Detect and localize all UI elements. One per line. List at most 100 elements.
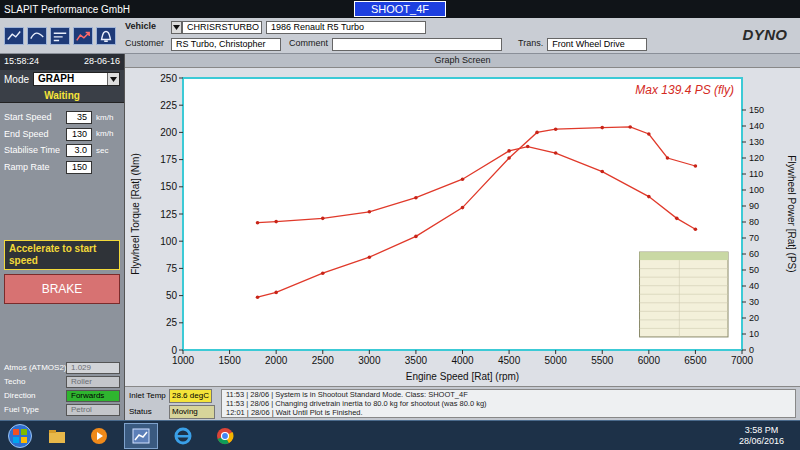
info-row: Atmos (ATMOS2)1.029: [4, 362, 120, 374]
x-tick: 3000: [358, 355, 381, 366]
max-power-annotation: Max 139.4 PS (fly): [635, 83, 734, 97]
toolbar-button[interactable]: [27, 27, 47, 45]
media-player-icon: [89, 426, 109, 446]
info-label: Fuel Type: [4, 404, 62, 416]
setting-row: Start Speed35km/h: [4, 111, 120, 125]
toolbar-button[interactable]: [73, 27, 93, 45]
trend-icon: [74, 28, 92, 44]
y-right-tick: 100: [749, 185, 764, 195]
chrome-icon: [215, 426, 235, 446]
vehicle-label: Vehicle: [125, 20, 167, 34]
data-point: [368, 255, 372, 259]
legend-box: [640, 252, 729, 337]
windows-logo-icon: [13, 429, 27, 443]
bell-icon: [97, 28, 115, 44]
y-right-tick: 110: [749, 169, 763, 179]
dropdown-arrow-icon: [173, 25, 180, 30]
customer-label: Customer: [125, 37, 167, 51]
setting-field[interactable]: 35: [66, 111, 92, 124]
y-right-tick: 0: [749, 345, 754, 355]
info-field[interactable]: Roller: [66, 376, 120, 388]
info-field[interactable]: 1.029: [66, 362, 120, 374]
x-tick: 5500: [591, 355, 614, 366]
taskbar-button[interactable]: [124, 423, 158, 449]
data-point: [414, 196, 418, 200]
y-left-tick: 200: [160, 127, 177, 138]
y-right-axis-title: Flywheel Power [Rat] (PS): [786, 155, 797, 272]
setting-field[interactable]: 150: [66, 161, 92, 174]
data-point: [647, 132, 651, 136]
mode-dropdown[interactable]: GRAPH: [33, 72, 120, 86]
data-point: [461, 177, 465, 181]
log-line: 12:01 | 28/06 | Wait Until Plot is Finis…: [226, 408, 791, 417]
x-tick: 1500: [218, 355, 241, 366]
setting-field[interactable]: 130: [66, 128, 92, 141]
x-tick: 5000: [545, 355, 568, 366]
mode-state: Waiting: [44, 88, 80, 103]
taskbar-button[interactable]: [166, 423, 200, 449]
data-point: [554, 127, 558, 131]
setting-row: Ramp Rate150: [4, 161, 120, 175]
taskbar-button[interactable]: [40, 423, 74, 449]
x-tick: 2000: [265, 355, 288, 366]
toolbar-button[interactable]: [96, 27, 116, 45]
comment-field[interactable]: [332, 38, 502, 51]
x-axis-title: Engine Speed [Rat] (rpm): [406, 371, 519, 382]
info-list: Atmos (ATMOS2)1.029TechoRollerDirectionF…: [0, 362, 124, 420]
power-series: [256, 125, 697, 299]
trans-field[interactable]: Front Wheel Drive: [547, 38, 647, 51]
customer-field[interactable]: RS Turbo, Christopher: [171, 38, 281, 51]
internet-explorer-icon: [173, 426, 193, 446]
graph-icon: [5, 28, 23, 44]
setting-unit: sec: [96, 145, 108, 157]
y-left-tick: 75: [166, 263, 178, 274]
taskbar-time: 3:58 PM: [745, 425, 779, 436]
y-right-tick: 140: [749, 121, 764, 131]
x-tick: 1000: [172, 355, 195, 366]
y-right-tick: 80: [749, 217, 759, 227]
start-button[interactable]: [8, 424, 32, 448]
x-tick: 4000: [451, 355, 474, 366]
vehicle-dropdown-button[interactable]: [171, 21, 182, 34]
data-point: [694, 227, 698, 231]
info-field[interactable]: Petrol: [66, 404, 120, 416]
y-right-tick: 50: [749, 265, 759, 275]
toolbar-button[interactable]: [4, 27, 24, 45]
y-right-tick: 30: [749, 297, 759, 307]
taskbar-button[interactable]: [82, 423, 116, 449]
message-log: 11:53 | 28/06 | System is in Shootout St…: [221, 389, 796, 418]
folder-icon: [47, 426, 67, 446]
data-point: [321, 217, 325, 221]
y-left-tick: 0: [171, 345, 177, 356]
y-left-axis-title: Flywheel Torque [Rat] (Nm): [130, 153, 141, 275]
setting-label: Stabilise Time: [4, 144, 62, 158]
setting-row: Stabilise Time 3.0 sec: [4, 144, 120, 158]
taskbar-date: 28/06/2016: [739, 436, 784, 447]
vehicle-name-field[interactable]: 1986 Renault R5 Turbo: [266, 21, 426, 34]
y-right-tick: 90: [749, 201, 759, 211]
y-left-tick: 175: [160, 154, 177, 165]
torque-series: [256, 145, 697, 231]
data-point: [600, 170, 604, 174]
data-point: [414, 235, 418, 239]
setting-field[interactable]: 3.0: [66, 144, 92, 157]
status-row: Inlet Temp 28.6 degC Status Moving 11:53…: [125, 386, 800, 420]
y-left-tick: 150: [160, 181, 177, 192]
vehicle-id-field[interactable]: CHRISRSTURBO: [182, 21, 262, 34]
x-tick: 3500: [405, 355, 428, 366]
toolbar-button[interactable]: [50, 27, 70, 45]
brake-button[interactable]: BRAKE: [4, 274, 120, 304]
settings: Start Speed35km/h End Speed130km/h Stabili…: [0, 103, 124, 182]
company-name: SLAPIT Performance GmbH: [4, 2, 164, 17]
info-value: Roller: [71, 377, 92, 387]
info-field[interactable]: Forwards: [66, 390, 120, 402]
log-line: 11:53 | 28/06 | Changing drivetrain iner…: [226, 399, 791, 408]
setting-row: End Speed130km/h: [4, 128, 120, 142]
clock-date: 28-06-16: [84, 55, 120, 69]
taskbar: 3:58 PM 28/06/2016: [0, 420, 800, 450]
data-point: [368, 210, 372, 214]
y-right-tick: 60: [749, 249, 759, 259]
taskbar-button[interactable]: [208, 423, 242, 449]
prompt-text: Accelerate to start speed: [9, 243, 115, 267]
info-label: Direction: [4, 390, 62, 402]
